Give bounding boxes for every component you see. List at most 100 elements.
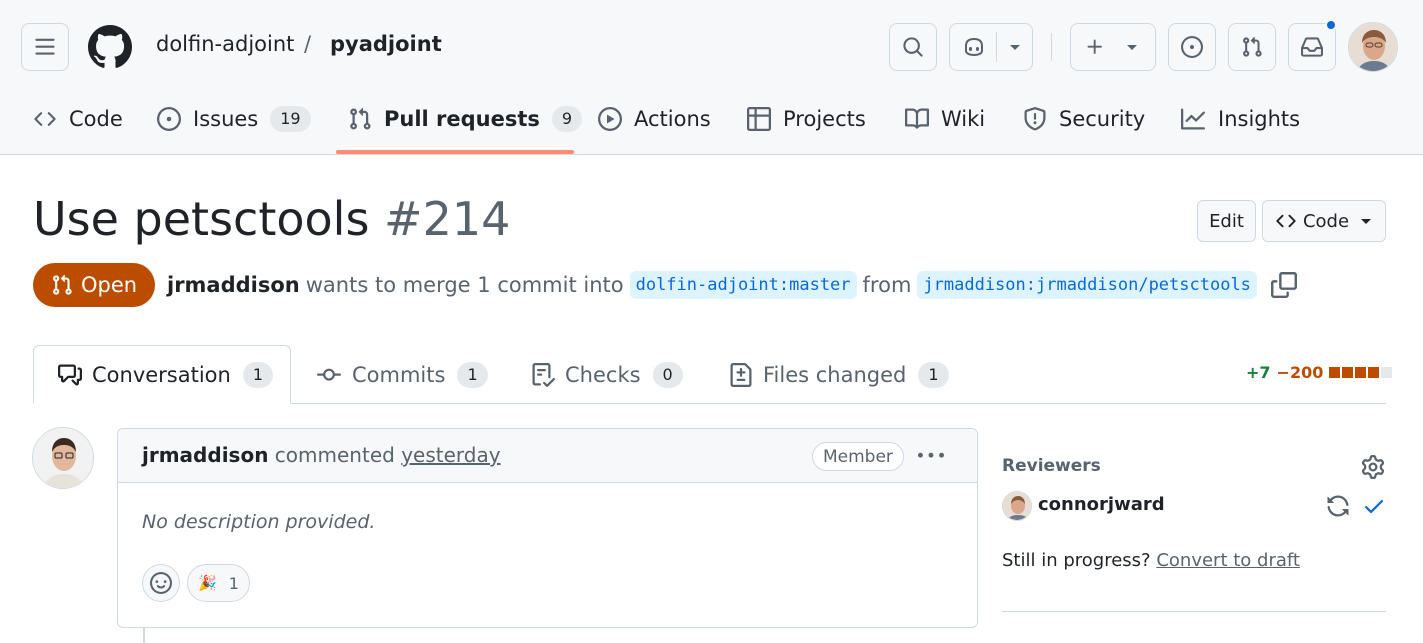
comment-author-avatar[interactable] [32, 427, 94, 489]
head-branch[interactable]: jrmaddison:jrmaddison/petsctools [917, 271, 1257, 299]
hooray-emoji: 🎉 [198, 574, 217, 592]
code-dropdown-button[interactable]: Code [1262, 200, 1386, 242]
reviewer-avatar[interactable] [1002, 491, 1032, 521]
tab-commits-label: Commits [352, 362, 446, 387]
edit-button[interactable]: Edit [1197, 200, 1256, 242]
tab-pull-requests-label: Pull requests [384, 107, 540, 131]
github-logo-icon[interactable] [88, 25, 132, 69]
diffstat: +7 −200 [1246, 363, 1394, 382]
issue-opened-icon [157, 107, 181, 131]
pull-requests-button[interactable] [1228, 23, 1276, 71]
checklist-icon [531, 362, 555, 387]
tab-files-changed-label: Files changed [763, 362, 907, 387]
search-button[interactable] [889, 23, 937, 71]
graph-icon [1180, 107, 1206, 131]
copy-icon[interactable] [1270, 272, 1297, 298]
tab-checks-label: Checks [565, 362, 641, 387]
diffstat-block [1381, 367, 1393, 378]
gear-icon[interactable] [1361, 455, 1385, 479]
tab-pull-requests[interactable]: Pull requests 9 [348, 97, 583, 141]
header-divider [1051, 33, 1052, 61]
reaction-hooray-button[interactable]: 🎉 1 [187, 564, 250, 602]
tab-files-changed[interactable]: Files changed 1 [729, 345, 949, 404]
play-icon [598, 107, 622, 131]
check-icon [1362, 494, 1386, 518]
tab-wiki[interactable]: Wiki [905, 97, 985, 141]
from-text: from [862, 273, 912, 297]
pulls-counter: 9 [551, 106, 583, 132]
tab-issues-label: Issues [193, 107, 259, 131]
comment-header: jrmaddison commented yesterday Member [118, 429, 977, 483]
notification-indicator [1325, 19, 1337, 31]
tab-issues[interactable]: Issues 19 [157, 97, 311, 141]
tab-actions[interactable]: Actions [598, 97, 711, 141]
shield-icon [1023, 107, 1047, 131]
base-branch[interactable]: dolfin-adjoint:master [629, 271, 857, 299]
kebab-horizontal-icon[interactable] [918, 443, 944, 469]
tab-insights-label: Insights [1218, 107, 1301, 131]
chevron-down-icon[interactable] [1008, 42, 1022, 52]
git-pull-request-icon [348, 107, 372, 131]
tab-actions-label: Actions [634, 107, 711, 131]
convert-to-draft-link[interactable]: Convert to draft [1156, 550, 1300, 571]
hamburger-icon [34, 36, 56, 58]
pr-number: #214 [384, 192, 511, 246]
plus-icon [1085, 37, 1105, 57]
diffstat-block [1329, 367, 1341, 378]
commits-counter: 1 [457, 361, 488, 388]
menu-button[interactable] [21, 23, 69, 71]
conversation-counter: 1 [242, 361, 274, 388]
comment-author-link[interactable]: jrmaddison [142, 443, 268, 467]
breadcrumb-separator: / [304, 32, 312, 56]
pr-title-text: Use petsctools [33, 192, 370, 246]
copilot-button[interactable] [949, 23, 1033, 71]
comment-timestamp[interactable]: yesterday [401, 443, 500, 467]
tab-checks[interactable]: Checks 0 [531, 345, 683, 404]
draft-prompt: Still in progress? [1002, 550, 1151, 571]
tab-security-label: Security [1059, 107, 1146, 131]
tab-commits[interactable]: Commits 1 [316, 345, 488, 404]
code-icon [1275, 211, 1297, 231]
tab-wiki-label: Wiki [941, 107, 986, 131]
tab-conversation-label: Conversation [92, 362, 231, 387]
split-divider [996, 32, 997, 62]
add-reaction-button[interactable] [142, 564, 180, 602]
git-pull-request-icon [51, 274, 73, 296]
comment-discussion-icon [58, 363, 82, 387]
copilot-icon [962, 36, 986, 58]
tab-security[interactable]: Security [1023, 97, 1145, 141]
sidebar-divider [1002, 611, 1386, 612]
draft-prompt-line: Still in progress? Convert to draft [1002, 550, 1300, 571]
comment-body: No description provided. [142, 511, 376, 533]
reviewers-heading: Reviewers [1002, 456, 1101, 476]
file-diff-icon [729, 362, 753, 387]
tab-insights[interactable]: Insights [1180, 97, 1300, 141]
reviewer-name-link[interactable]: connorjward [1038, 494, 1165, 515]
merge-text: wants to merge 1 commit into [305, 273, 624, 297]
inbox-icon [1301, 36, 1323, 58]
issues-counter: 19 [270, 106, 311, 132]
user-avatar[interactable] [1348, 22, 1398, 72]
sync-icon[interactable] [1326, 494, 1350, 518]
code-button-label: Code [1302, 210, 1350, 232]
reaction-count: 1 [228, 573, 239, 593]
additions-count: +7 [1246, 363, 1271, 382]
repo-owner-link[interactable]: dolfin-adjoint [156, 32, 294, 56]
pr-meta: jrmaddison wants to merge 1 commit into … [167, 268, 1297, 302]
page-title: Use petsctools #214 [33, 192, 510, 246]
tab-code[interactable]: Code [33, 97, 123, 141]
repo-name-link[interactable]: pyadjoint [330, 32, 442, 56]
issues-button[interactable] [1168, 23, 1216, 71]
create-new-button[interactable] [1070, 23, 1156, 71]
timeline-connector [143, 628, 145, 643]
pr-author-link[interactable]: jrmaddison [167, 273, 300, 297]
issue-opened-icon [1181, 36, 1203, 58]
comment-card: jrmaddison commented yesterday Member No… [117, 428, 978, 628]
table-icon [747, 107, 771, 131]
tab-projects[interactable]: Projects [747, 97, 866, 141]
tab-conversation[interactable]: Conversation 1 [33, 345, 291, 404]
pr-state-badge: Open [33, 263, 155, 307]
app-header: dolfin-adjoint / pyadjoint Code Issues 1… [0, 0, 1423, 155]
checks-counter: 0 [652, 361, 683, 388]
author-role-badge: Member [812, 442, 904, 471]
